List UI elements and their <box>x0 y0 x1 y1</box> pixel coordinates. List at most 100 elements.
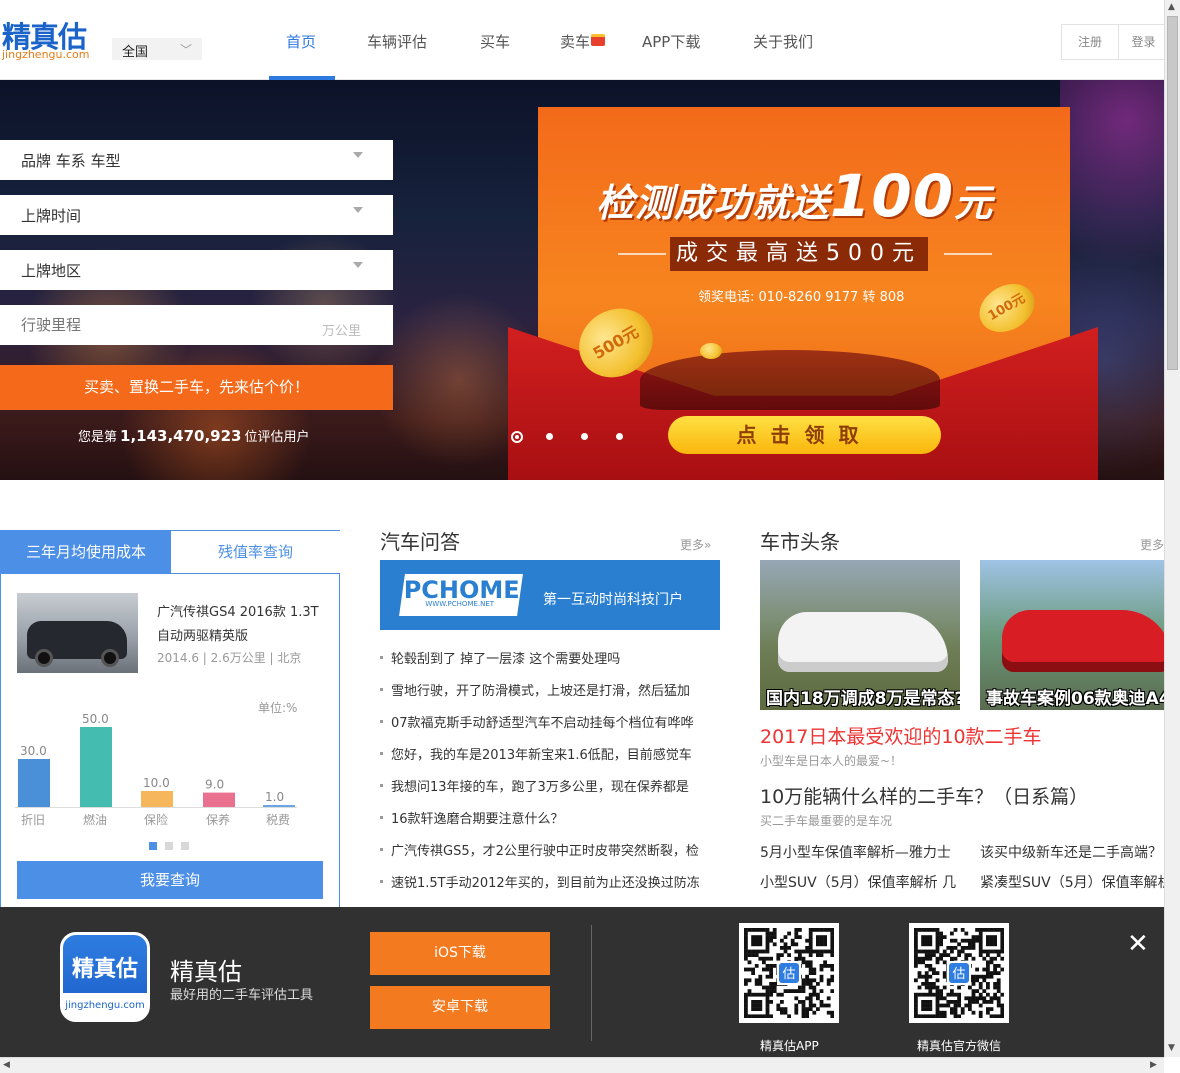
news-headline[interactable]: 2017日本最受欢迎的10款二手车 <box>760 722 1042 749</box>
nav-home[interactable]: 首页 <box>286 31 316 52</box>
qa-item[interactable]: 雪地行驶，开了防滑模式，上坡还是打滑，然后猛加 <box>380 680 720 699</box>
qr-module <box>986 967 990 972</box>
nav-sell[interactable]: 卖车 <box>560 31 606 52</box>
news-second-headline[interactable]: 10万能辆什么样的二手车？（日系篇） <box>760 782 1088 809</box>
qr-module <box>960 1007 965 1011</box>
qa-item[interactable]: 速锐1.5T手动2012年买的，到目前为止还没换过防冻 <box>380 872 720 891</box>
qr-module <box>758 992 763 997</box>
qr-module <box>921 992 925 997</box>
qa-item[interactable]: 轮毂刮到了 掉了一层漆 这个需要处理吗 <box>380 648 720 667</box>
bar-折旧 <box>18 759 50 807</box>
news-link[interactable]: 5月小型车保值率解析—雅力士 <box>760 842 970 862</box>
qr-module <box>783 935 788 939</box>
car-thumbnail[interactable] <box>17 593 138 673</box>
pchome-slogan: 第一互动时尚科技门户 <box>543 592 683 608</box>
nav-app-download[interactable]: APP下载 <box>642 31 700 52</box>
carousel-dot-3[interactable] <box>581 433 588 440</box>
news-link[interactable]: 该买中级新车还是二手高端？ <box>980 842 1164 862</box>
query-button[interactable]: 我要查询 <box>17 861 323 899</box>
qr-module <box>794 989 799 993</box>
news-image-1[interactable]: 国内18万调成8万是常态? <box>760 560 960 710</box>
qr-module <box>914 931 918 936</box>
qr-module <box>921 956 925 961</box>
qr-module <box>921 938 925 943</box>
qr-module <box>805 960 809 965</box>
qr-module <box>914 1003 918 1008</box>
qr-module <box>935 996 940 1001</box>
qa-item[interactable]: 您好，我的车是2013年新宝来1.6低配，目前感觉车 <box>380 744 720 763</box>
reg-area-select[interactable]: 上牌地区 <box>0 250 393 290</box>
horizontal-scrollbar[interactable]: ◀ ▶ <box>0 1057 1164 1073</box>
qr-module <box>986 964 990 968</box>
qa-item[interactable]: 07款福克斯手动舒适型汽车不启动挂每个档位有哗哗 <box>380 712 720 731</box>
qr-module <box>765 992 770 997</box>
qr-module <box>928 992 933 997</box>
carousel-dot-1[interactable] <box>511 431 523 443</box>
scroll-down-icon[interactable]: ▼ <box>1168 1043 1175 1053</box>
qr-module <box>830 931 834 936</box>
nav-about[interactable]: 关于我们 <box>753 31 813 52</box>
vertical-scrollbar[interactable]: ▲ ▼ <box>1164 0 1180 1057</box>
qr-module <box>1000 1010 1004 1015</box>
tab-monthly-cost[interactable]: 三年月均使用成本 <box>1 531 171 574</box>
qr-module <box>964 956 969 961</box>
estimate-button[interactable]: 买卖、置换二手车，先来估个价！ <box>0 365 393 410</box>
qr-module <box>978 931 983 936</box>
qr-module <box>928 989 933 993</box>
news-link[interactable]: 紧凑型SUV（5月）保值率解析 <box>980 872 1164 892</box>
claim-button[interactable]: 点击领取 <box>668 416 941 454</box>
news-image-2-caption: 事故车案例06款奥迪A4 <box>986 689 1164 709</box>
reg-time-select[interactable]: 上牌时间 <box>0 195 393 235</box>
scroll-left-icon[interactable]: ◀ <box>3 1060 10 1070</box>
nav-evaluate[interactable]: 车辆评估 <box>367 31 427 52</box>
ios-download-button[interactable]: iOS下载 <box>370 932 550 975</box>
register-button[interactable]: 注册 <box>1061 24 1119 60</box>
qr-module <box>982 978 987 983</box>
scroll-right-icon[interactable]: ▶ <box>1150 1060 1157 1070</box>
nav-buy[interactable]: 买车 <box>480 31 510 52</box>
qr-module <box>989 942 994 947</box>
qr-module <box>921 1014 925 1018</box>
pchome-ad[interactable]: PCHOME WWW.PCHOME.NET 第一互动时尚科技门户 <box>380 560 720 630</box>
bar-税费 <box>263 805 295 807</box>
qa-item[interactable]: 广汽传祺GS5，才2公里行驶中正时皮带突然断裂，检 <box>380 840 720 859</box>
scrollbar-thumb[interactable] <box>1167 16 1178 370</box>
qa-section-title: 汽车问答 <box>380 530 460 554</box>
qr-module <box>758 1007 763 1011</box>
qa-more-link[interactable]: 更多» <box>680 536 711 553</box>
qa-item[interactable]: 我想问13年接的车，跑了3万多公里，现在保养都是 <box>380 776 720 795</box>
scroll-up-icon[interactable]: ▲ <box>1168 2 1175 12</box>
pager-dot-3[interactable] <box>181 842 189 850</box>
news-link[interactable]: 小型SUV（5月）保值率解析 几 <box>760 872 970 892</box>
qr-module <box>744 1003 748 1008</box>
qr-module <box>744 942 748 947</box>
carousel-dot-2[interactable] <box>546 433 553 440</box>
qr-module <box>744 1007 748 1011</box>
city-select[interactable]: 全国 ﹀ <box>112 38 202 60</box>
android-download-button[interactable]: 安卓下载 <box>370 986 550 1029</box>
qa-item[interactable]: 16款轩逸磨合期要注意什么？ <box>380 808 720 827</box>
qr-pattern: 估 <box>744 928 834 1018</box>
qr-module <box>747 978 752 983</box>
carousel-dot-4[interactable] <box>616 433 623 440</box>
close-icon[interactable]: ✕ <box>1127 929 1149 959</box>
pager-dot-1[interactable] <box>149 842 157 850</box>
news-image-2[interactable]: 事故车案例06款奥迪A4 <box>980 560 1164 710</box>
qr-module <box>816 982 820 986</box>
qr-module <box>794 942 799 947</box>
brand-select[interactable]: 品牌 车系 车型 <box>0 140 393 180</box>
login-button[interactable]: 登录 <box>1119 24 1169 60</box>
red-car <box>1002 610 1164 672</box>
pager-dot-2[interactable] <box>165 842 173 850</box>
tab-residual-rate[interactable]: 残值率查询 <box>171 531 340 574</box>
qr-module <box>917 985 922 990</box>
car-name[interactable]: 广汽传祺GS4 2016款 1.3T 自动两驱精英版 <box>157 601 327 649</box>
qr-module <box>978 985 983 990</box>
qr-module <box>819 978 824 983</box>
qr-module <box>964 931 969 936</box>
qr-pattern: 估 <box>914 928 1004 1018</box>
qr-module <box>939 935 943 939</box>
qr-module <box>986 928 990 932</box>
qr-module <box>823 960 827 965</box>
qr-module <box>1000 967 1004 972</box>
